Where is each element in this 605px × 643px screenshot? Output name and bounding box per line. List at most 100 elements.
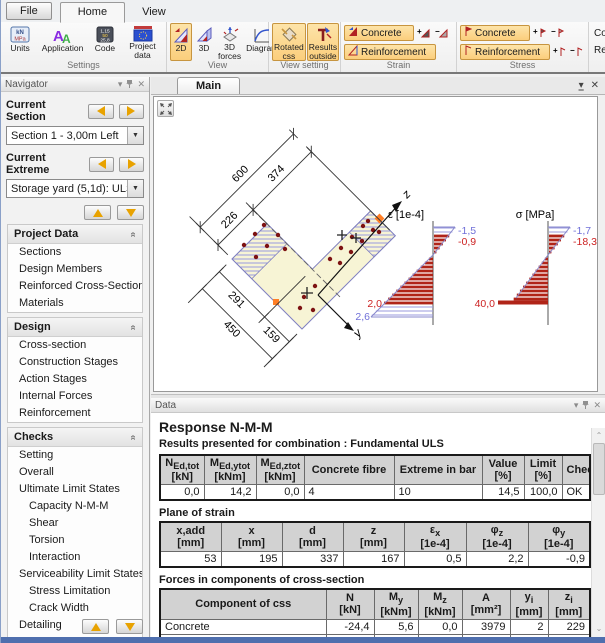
stress-reinforcement-toggle[interactable]: Reinforcement <box>460 44 550 60</box>
column-header: A[mm²] <box>462 589 510 619</box>
column-header: φz[1e-4] <box>466 522 528 552</box>
tab-main[interactable]: Main <box>177 77 240 94</box>
stress-title: σ [MPa] <box>516 209 555 221</box>
sidebar-item-design-members[interactable]: Design Members <box>8 261 142 278</box>
strain-minus-button[interactable]: − <box>434 26 450 40</box>
panel-menu-icon[interactable]: ▾ <box>118 79 123 90</box>
current-extreme-select[interactable]: Storage yard (5,1d): ULS Funda ▼ <box>6 179 144 198</box>
sidebar-item-overall[interactable]: Overall <box>8 464 142 481</box>
results-concrete-item[interactable]: Concrete <box>592 26 605 40</box>
zoom-extents-icon <box>160 103 172 115</box>
column-header: Limit[%] <box>524 455 562 485</box>
sidebar-item-internal-forces[interactable]: Internal Forces <box>8 388 142 405</box>
sidebar-item-serviceability-limit-states[interactable]: Serviceability Limit States <box>8 566 142 583</box>
results-reinforcement-item[interactable]: Reinforcement <box>592 43 605 57</box>
table-header-row: NEd,tot[kN] MEd,ytot[kNm] MEd,ztot[kNm] … <box>160 455 590 485</box>
sidebar-item-torsion[interactable]: Torsion <box>8 532 142 549</box>
drawing-canvas[interactable]: z y 600 226 374 <box>153 96 598 392</box>
column-header: x[mm] <box>221 522 282 552</box>
extreme-up-button[interactable] <box>84 205 111 220</box>
next-section-button[interactable] <box>119 104 144 119</box>
stress-concrete-top-value: -18,3 <box>573 236 597 248</box>
nav-scroll-up-button[interactable] <box>82 619 109 634</box>
application-label: Application <box>42 44 84 53</box>
close-icon[interactable]: ✕ <box>591 80 599 91</box>
units-button[interactable]: kNMPa Units <box>4 23 36 61</box>
svg-text:A: A <box>62 32 71 44</box>
left-arrow-icon <box>98 159 106 169</box>
window-position-icon[interactable]: ▾̲ <box>579 80 584 91</box>
pin-icon[interactable] <box>582 400 589 411</box>
pin-icon[interactable] <box>126 79 133 90</box>
stress-reinf-plus-button[interactable]: + <box>552 45 568 59</box>
scroll-down-icon[interactable]: ⌄ <box>593 622 605 635</box>
sidebar-item-interaction[interactable]: Interaction <box>8 549 142 566</box>
scrollbar-thumb[interactable] <box>593 443 605 495</box>
next-extreme-button[interactable] <box>119 157 144 172</box>
scroll-up-icon[interactable]: ⌃ <box>593 429 605 442</box>
tab-view[interactable]: View <box>125 3 183 22</box>
view-3d-forces-button[interactable]: 3D forces <box>216 23 243 61</box>
project-data-button[interactable]: Project data <box>122 23 163 61</box>
strain-plus-button[interactable]: + <box>416 26 432 40</box>
check-summary-table: NEd,tot[kN] MEd,ytot[kNm] MEd,ztot[kNm] … <box>159 454 591 501</box>
column-header: φy[1e-4] <box>528 522 590 552</box>
sidebar-item-crack-width[interactable]: Crack Width <box>8 600 142 617</box>
sidebar-item-stress-limitation[interactable]: Stress Limitation <box>8 583 142 600</box>
prev-section-button[interactable] <box>88 104 113 119</box>
sidebar-item-shear[interactable]: Shear <box>8 515 142 532</box>
sidebar-item-reinforced-cross-sections[interactable]: Reinforced Cross-Sections <box>8 278 142 295</box>
strain-concrete-top-value: -0,9 <box>458 236 476 248</box>
tab-file[interactable]: File <box>6 2 52 20</box>
2d-icon <box>172 25 190 44</box>
sidebar-item-reinforcement[interactable]: Reinforcement <box>8 405 142 422</box>
strain-concrete-toggle[interactable]: Concrete <box>344 25 414 41</box>
main-area: Main ▾̲ ✕ <box>151 77 605 637</box>
view-3d-button[interactable]: 3D <box>193 23 215 61</box>
sidebar-item-capacity-nmm[interactable]: Capacity N-M-M <box>8 498 142 515</box>
sidebar-item-setting[interactable]: Setting <box>8 447 142 464</box>
dim-291-label: 291 <box>226 289 247 310</box>
stress-concrete-label: Concrete <box>475 28 516 39</box>
dim-226-label: 226 <box>219 210 240 231</box>
stress-concrete-minus-button[interactable]: − <box>550 26 566 40</box>
combination-subtitle: Results presented for combination : Fund… <box>159 438 585 450</box>
stress-reinf-minus-button[interactable]: − <box>569 45 585 59</box>
sidebar-item-materials[interactable]: Materials <box>8 295 142 312</box>
close-icon[interactable]: ✕ <box>593 400 601 411</box>
stress-concrete-toggle[interactable]: Concrete <box>460 25 530 41</box>
sidebar-item-sections[interactable]: Sections <box>8 244 142 261</box>
results-outside-button[interactable]: Results outside <box>307 23 339 61</box>
stress-bottom-value: 40,0 <box>475 298 496 310</box>
sidebar-item-cross-section[interactable]: Cross-section <box>8 337 142 354</box>
view-2d-button[interactable]: 2D <box>170 23 192 61</box>
application-button[interactable]: AA Application <box>37 23 88 61</box>
stress-concrete-plus-button[interactable]: + <box>532 26 548 40</box>
current-section-select[interactable]: Section 1 - 3,00m Left ▼ <box>6 126 144 145</box>
sidebar-item-ultimate-limit-states[interactable]: Ultimate Limit States <box>8 481 142 498</box>
dropdown-arrow-icon: ▼ <box>127 127 143 144</box>
nav-group-header-project-data[interactable]: Project Data« <box>8 225 142 244</box>
extreme-down-button[interactable] <box>117 205 144 220</box>
table-row: Concrete-24,45,60,039792229 <box>160 619 590 634</box>
dim-450-label: 450 <box>221 319 242 340</box>
column-header: d[mm] <box>282 522 343 552</box>
code-button[interactable]: 1,155025,8 Code <box>89 23 121 61</box>
close-icon[interactable]: ✕ <box>137 79 145 90</box>
rotated-css-button[interactable]: Rotated css <box>272 23 306 61</box>
sidebar-item-construction-stages[interactable]: Construction Stages <box>8 354 142 371</box>
dropdown-arrow-icon: ▼ <box>127 180 143 197</box>
prev-extreme-button[interactable] <box>89 157 114 172</box>
zoom-extents-button[interactable] <box>157 100 174 117</box>
strain-reinforcement-toggle[interactable]: Reinforcement <box>344 44 436 60</box>
vertical-scrollbar[interactable]: ⌃ ⌄ <box>591 428 605 637</box>
nav-scroll-down-button[interactable] <box>116 619 143 634</box>
nav-group-header-checks[interactable]: Checks« <box>8 428 142 447</box>
rotated-css-label: Rotated css <box>274 43 304 61</box>
sidebar-item-action-stages[interactable]: Action Stages <box>8 371 142 388</box>
panel-menu-icon[interactable]: ▾ <box>574 400 579 411</box>
code-label: Code <box>95 44 115 53</box>
nav-group-header-design[interactable]: Design« <box>8 318 142 337</box>
tab-home[interactable]: Home <box>60 2 125 23</box>
column-header: Mz[kNm] <box>418 589 462 619</box>
